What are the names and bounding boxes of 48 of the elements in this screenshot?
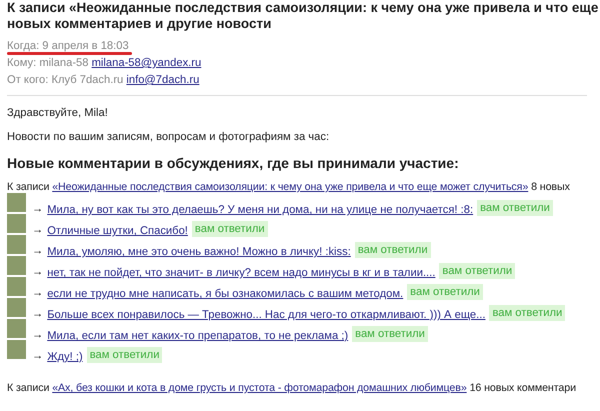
comment-link[interactable]: если не трудно мне написать, я бы ознакомилась с вашим методом. — [47, 288, 404, 300]
email-subject: новых комментариев и другие новости — [7, 16, 272, 32]
avatar-placeholder — [7, 340, 26, 359]
post-link[interactable]: «Неожиданные последствия самоизоляции: к чему она уже привела и что еще может случиться» — [52, 181, 528, 193]
comment-count: 8 новых — [531, 181, 570, 193]
comment-link[interactable]: Мила, если там нет каких-то препаратов, то не реклама ;) — [47, 330, 348, 342]
replied-badge: вам ответили — [489, 305, 566, 321]
section-heading: Новые комментарии в обсуждениях, где вы принимали участие: — [7, 154, 460, 172]
comment-count: 16 новых комментари — [470, 382, 576, 394]
avatar-placeholder — [7, 235, 26, 254]
avatar-placeholder — [7, 319, 26, 338]
email-subject: К записи «Неожиданные последствия самоизоляции: к чему она уже привела и что еще — [7, 0, 600, 16]
avatar-placeholder — [7, 298, 26, 317]
avatar-placeholder — [7, 277, 26, 296]
replied-badge: вам ответили — [477, 200, 553, 216]
arrow-text: → — [32, 286, 44, 300]
email-link[interactable]: milana-58@yandex.ru — [92, 57, 202, 69]
replied-badge: вам ответили — [407, 284, 483, 300]
comment-link[interactable]: Мила, умоляю, мне это очень важно! Можно в личку! :kiss: — [47, 246, 351, 258]
intro-text: Новости по вашим записям, вопросам и фотографиям за час: — [7, 130, 330, 144]
arrow-text: → — [32, 202, 44, 216]
arrow-text: → — [32, 223, 44, 237]
replied-badge: вам ответили — [192, 221, 268, 237]
arrow-text: → — [32, 265, 44, 279]
arrow-text: → — [32, 349, 44, 363]
post-link[interactable]: «Ах, без кошки и кота в доме грусть и пустота - фотомарафон домашних любимцев» — [52, 382, 467, 394]
replied-badge: вам ответили — [352, 326, 428, 342]
post-prefix: К записи — [7, 382, 50, 394]
replied-badge: вам ответили — [86, 347, 162, 363]
avatar-placeholder — [7, 214, 26, 233]
avatar-placeholder — [7, 193, 26, 212]
arrow-text: → — [32, 244, 44, 258]
recipient-label: Кому: milana-58 — [7, 57, 88, 69]
email-link[interactable]: info@7dach.ru — [126, 74, 200, 86]
arrow-text: → — [32, 328, 44, 342]
comment-link[interactable]: нет, так не пойдет, что значит- в личку? всем надо минусы в кг и в талии.... — [47, 267, 436, 279]
comment-link[interactable]: Жду! ;) — [47, 351, 83, 363]
arrow-text: → — [32, 307, 44, 321]
replied-badge: вам ответили — [354, 242, 431, 258]
replied-badge: вам ответили — [439, 263, 516, 279]
greeting-text: Здравствуйте, Mila! — [7, 106, 109, 120]
sender-label: От кого: Клуб 7dach.ru — [7, 74, 124, 86]
comment-link[interactable]: Больше всех понравилось — Тревожно... Нас для чего-то откармливают. ))) А еще... — [47, 309, 486, 321]
comment-link[interactable]: Отличные шутки, Спасибо! — [47, 225, 188, 237]
comment-link[interactable]: Мила, ну вот как ты это делаешь? У меня ни дома, ни на улице не получается! :8: — [47, 204, 474, 216]
avatar-placeholder — [7, 256, 26, 275]
post-prefix: К записи — [7, 181, 50, 193]
sent-time: Когда: 9 апреля в 18:03 — [7, 40, 129, 52]
